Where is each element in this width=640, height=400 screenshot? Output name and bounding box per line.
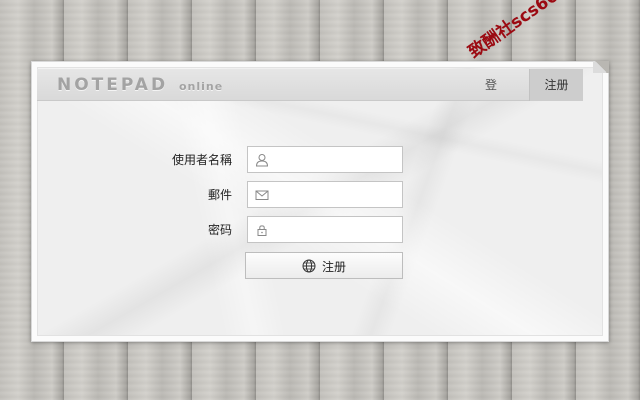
- brand-subtitle: online: [178, 80, 224, 93]
- brand-logo: NOTEPAD online: [57, 75, 223, 95]
- username-input[interactable]: [274, 149, 398, 170]
- password-input[interactable]: [274, 219, 398, 240]
- password-row: 密码: [0, 216, 640, 243]
- nav-register-button[interactable]: 注册: [529, 69, 583, 101]
- watermark-text: 致酬社scs66: [464, 0, 563, 63]
- email-label: 郵件: [207, 188, 232, 202]
- email-field[interactable]: [247, 181, 403, 208]
- register-submit-label: 注册: [322, 260, 347, 274]
- header-bar: NOTEPAD online 登 注册: [37, 69, 583, 101]
- password-field[interactable]: [247, 216, 403, 243]
- email-input[interactable]: [274, 184, 398, 205]
- globe-icon: [302, 259, 316, 273]
- register-submit-button[interactable]: 注册: [245, 252, 403, 279]
- user-icon: [255, 154, 269, 167]
- username-row: 使用者名稱: [0, 146, 640, 173]
- password-label: 密码: [207, 223, 232, 237]
- username-field[interactable]: [247, 146, 403, 173]
- email-row: 郵件: [0, 181, 640, 208]
- username-label: 使用者名稱: [171, 153, 232, 167]
- envelope-icon: [255, 190, 269, 200]
- brand-title: NOTEPAD: [57, 75, 169, 95]
- nav-login-link[interactable]: 登: [485, 69, 497, 101]
- lock-icon: [257, 225, 267, 236]
